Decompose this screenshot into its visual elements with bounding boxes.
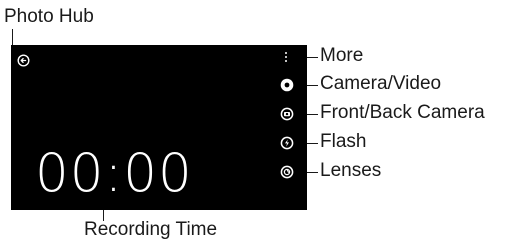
switch-camera-icon[interactable] [280, 107, 294, 121]
recording-time-leader-line [103, 209, 104, 221]
photo-hub-callout: Photo Hub [4, 6, 94, 27]
more-callout: More [320, 45, 364, 66]
more-icon[interactable] [283, 50, 289, 64]
camera-video-callout: Camera/Video [320, 73, 442, 94]
front-back-camera-callout: Front/Back Camera [320, 102, 485, 123]
flash-icon[interactable] [280, 136, 294, 150]
recording-timer: 00:00 [35, 143, 193, 204]
lenses-callout: Lenses [320, 160, 382, 181]
photo-hub-icon[interactable] [17, 54, 30, 67]
camera-viewfinder[interactable]: 00:00 [11, 45, 307, 210]
flash-callout: Flash [320, 131, 367, 152]
lenses-icon[interactable] [280, 165, 294, 179]
recording-time-callout: Recording Time [84, 219, 218, 240]
camera-video-icon[interactable] [280, 78, 294, 92]
photo-hub-leader-line [12, 29, 13, 46]
